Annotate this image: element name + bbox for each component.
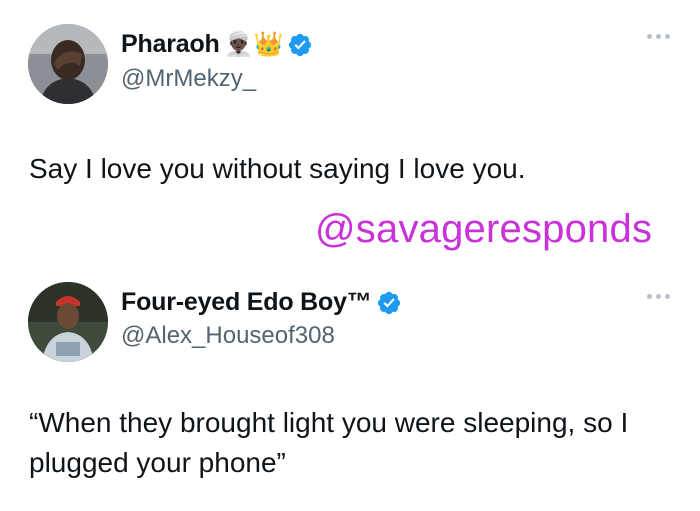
avatar[interactable] [28,282,108,362]
tweet-text: Say I love you without saying I love you… [29,153,526,184]
avatar-image [28,24,108,104]
watermark: @savageresponds [315,207,653,251]
verified-badge-icon [377,291,400,314]
avatar-image [28,282,108,362]
verified-badge-icon [289,33,312,56]
display-name[interactable]: Pharaoh [121,30,220,59]
more-options-icon[interactable] [647,294,670,299]
tweet-1: Pharaoh 👳🏿‍♂️👑 @MrMekzy_ Say I love you … [0,0,700,200]
avatar[interactable] [28,24,108,104]
display-name[interactable]: Four-eyed Edo Boy™ [121,288,372,317]
author-name-row[interactable]: Four-eyed Edo Boy™ [121,288,402,317]
handle[interactable]: @Alex_Houseof308 [121,322,335,350]
name-emojis: 👳🏿‍♂️👑 [223,30,284,58]
more-options-icon[interactable] [647,34,670,39]
handle[interactable]: @MrMekzy_ [121,65,256,93]
tweet-text: “When they brought light you were sleepi… [29,407,629,478]
tweet-2: Four-eyed Edo Boy™ @Alex_Houseof308 “Whe… [0,270,700,511]
author-name-row[interactable]: Pharaoh 👳🏿‍♂️👑 [121,30,313,59]
